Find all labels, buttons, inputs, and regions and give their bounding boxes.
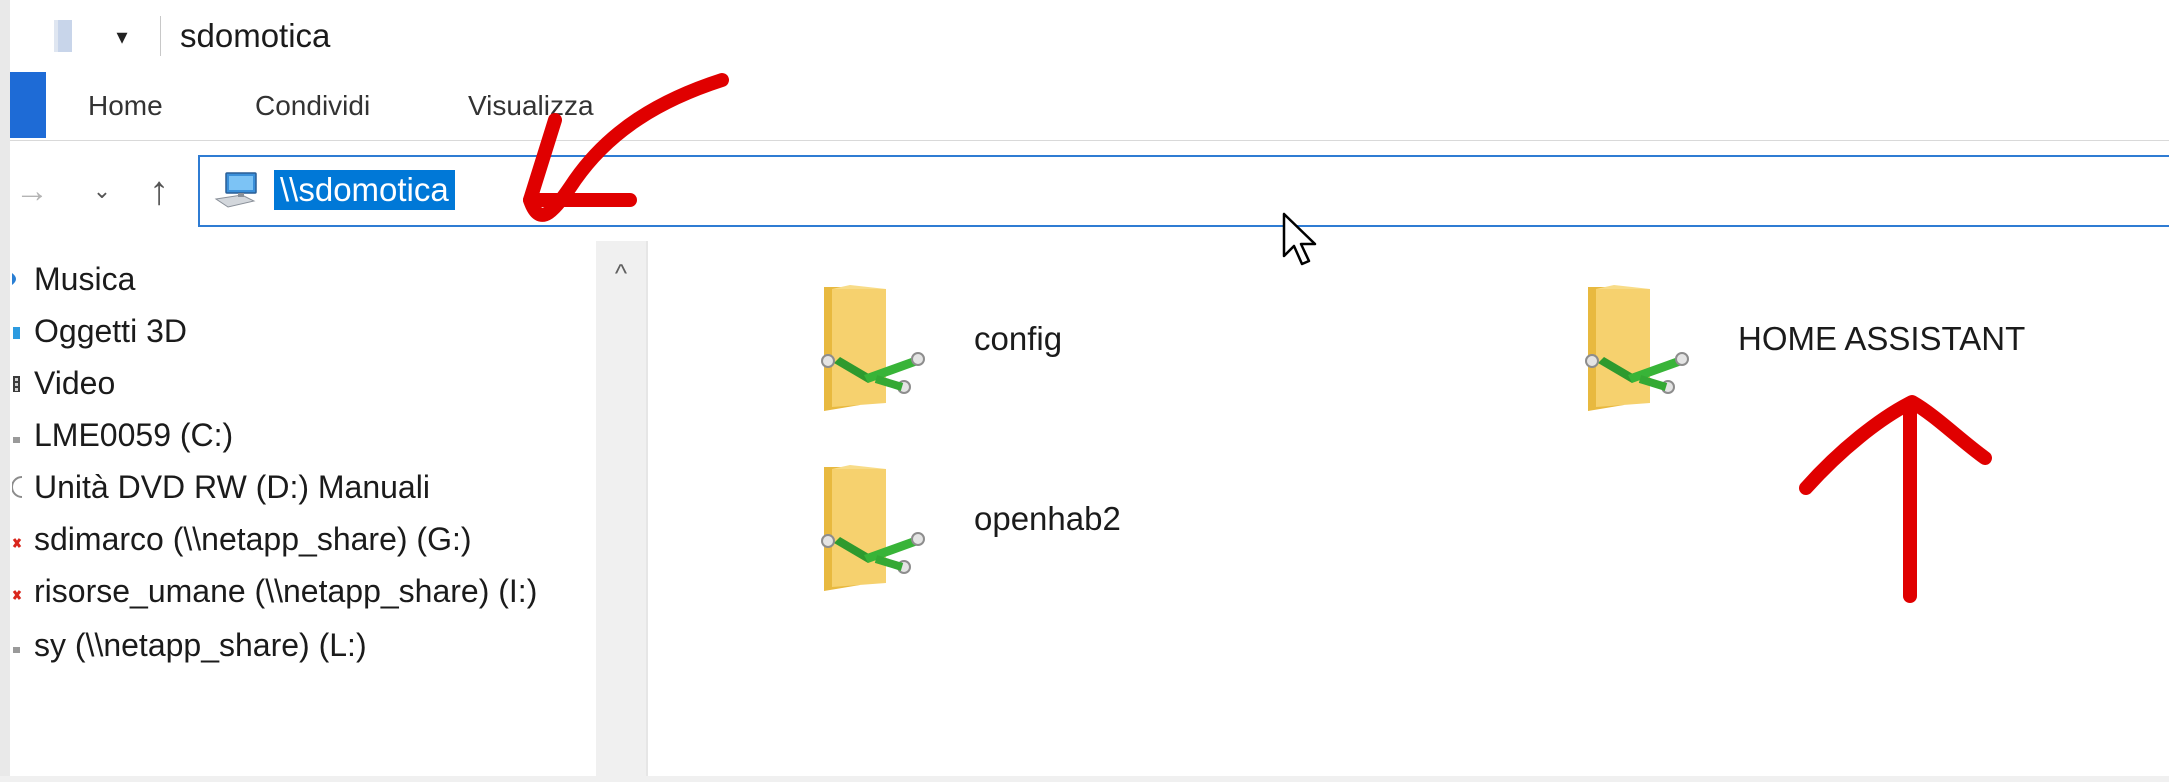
- music-icon: [12, 273, 16, 285]
- nav-item-label: risorse_umane (\\netapp_share) (I:): [34, 573, 538, 609]
- scroll-up-icon[interactable]: ^: [596, 253, 646, 293]
- mouse-cursor-icon: [1282, 212, 1317, 266]
- address-bar[interactable]: \\sdomotica: [198, 155, 2169, 227]
- nav-item-network-drive-g[interactable]: sdimarco (\\netapp_share) (G:): [10, 515, 593, 563]
- window-title: sdomotica: [180, 17, 331, 54]
- folder-name: HOME ASSISTANT: [1738, 320, 2026, 357]
- navigation-pane-scrollbar[interactable]: ^: [596, 241, 646, 782]
- nav-item-label: Video: [34, 365, 116, 401]
- nav-item-label: LME0059 (C:): [34, 417, 234, 453]
- nav-item-network-drive-l[interactable]: sy (\\netapp_share) (L:): [10, 621, 593, 669]
- folder-item-config[interactable]: config: [814, 279, 1294, 429]
- network-drive-disconnected-icon: [12, 590, 22, 600]
- navigation-bar: → ⌄ ↑ \\sdomotica: [10, 141, 2169, 241]
- folder-item-openhab2[interactable]: openhab2: [814, 459, 1294, 609]
- chevron-down-icon[interactable]: ⌄: [86, 169, 118, 213]
- tab-view[interactable]: Visualizza: [468, 86, 594, 126]
- title-separator: [160, 16, 161, 56]
- drive-icon: [13, 437, 20, 443]
- folder-properties-icon[interactable]: [52, 18, 78, 54]
- nav-item-label: Unità DVD RW (D:) Manuali: [34, 469, 430, 505]
- folder-name: config: [974, 320, 1063, 357]
- nav-item-label: sy (\\netapp_share) (L:): [34, 627, 367, 663]
- shared-folder-icon: [821, 285, 925, 411]
- folder-name: openhab2: [974, 500, 1121, 537]
- tab-home[interactable]: Home: [88, 86, 163, 126]
- objects-3d-icon: [13, 327, 20, 339]
- dvd-icon: [12, 476, 22, 498]
- address-input[interactable]: \\sdomotica: [274, 170, 455, 210]
- folder-item-home-assistant[interactable]: HOME ASSISTANT: [1578, 279, 2138, 429]
- tab-file[interactable]: [10, 72, 46, 138]
- network-drive-icon: [13, 647, 20, 653]
- window-edge: [0, 0, 10, 782]
- forward-arrow-icon[interactable]: →: [10, 165, 54, 217]
- content-pane: config HOME ASSISTANT openhab2: [648, 241, 2169, 776]
- window-bottom-edge: [0, 776, 2169, 782]
- shared-folder-icon: [1585, 285, 1689, 411]
- quick-access-dropdown-icon[interactable]: ▾: [110, 22, 134, 52]
- title-bar: ▾ sdomotica: [10, 0, 2169, 72]
- tab-share[interactable]: Condividi: [255, 86, 370, 126]
- up-arrow-icon[interactable]: ↑: [136, 163, 182, 219]
- nav-item-label: Musica: [34, 261, 136, 297]
- nav-item-music[interactable]: Musica: [10, 255, 593, 303]
- nav-item-label: sdimarco (\\netapp_share) (G:): [34, 521, 472, 557]
- computer-icon: [214, 172, 257, 208]
- network-drive-disconnected-icon: [12, 538, 22, 548]
- nav-item-3d-objects[interactable]: Oggetti 3D: [10, 307, 593, 355]
- video-icon: [13, 376, 20, 392]
- nav-item-video[interactable]: Video: [10, 359, 593, 407]
- shared-folder-icon: [821, 465, 925, 591]
- ribbon-tabs: Home Condividi Visualizza: [10, 72, 2169, 141]
- file-explorer-window: ▾ sdomotica Home Condividi Visualizza → …: [0, 0, 2169, 782]
- nav-item-dvd-drive[interactable]: Unità DVD RW (D:) Manuali: [10, 463, 593, 511]
- nav-item-label: Oggetti 3D: [34, 313, 187, 349]
- nav-item-drive-c[interactable]: LME0059 (C:): [10, 411, 593, 459]
- nav-item-network-drive-i[interactable]: risorse_umane (\\netapp_share) (I:): [10, 567, 593, 615]
- navigation-pane: Musica Oggetti 3D Video LME0059 (C:) Uni…: [10, 241, 593, 782]
